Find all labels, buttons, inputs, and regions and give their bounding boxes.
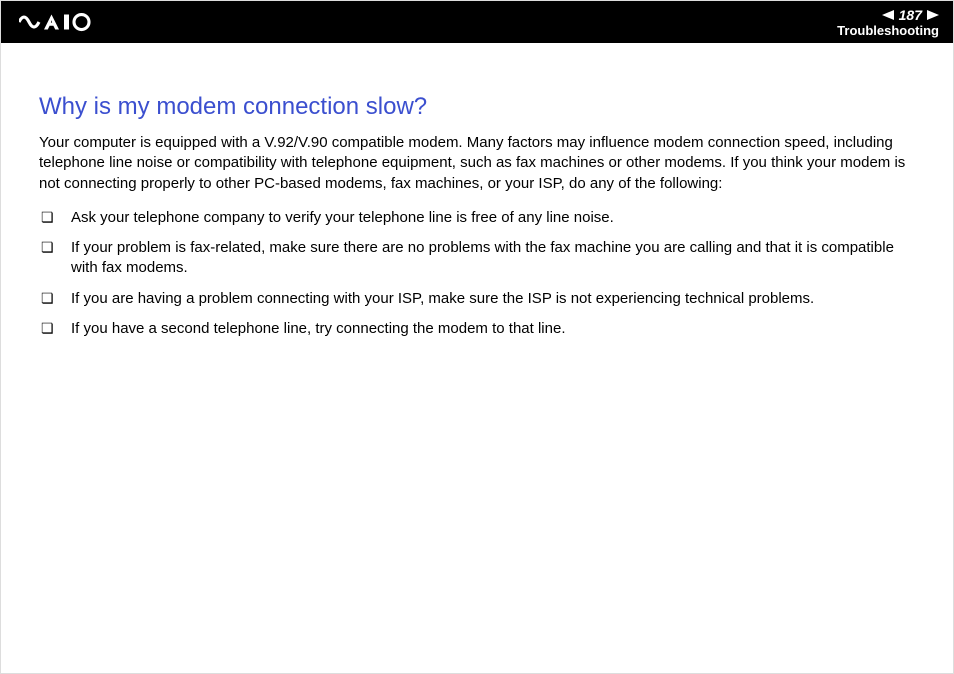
vaio-logo-icon [19, 12, 119, 32]
vaio-logo [19, 12, 119, 32]
page-number: 187 [899, 8, 922, 22]
prev-page-arrow-icon[interactable] [882, 10, 894, 20]
header-right: 187 Troubleshooting [837, 8, 939, 37]
list-item: Ask your telephone company to verify you… [39, 208, 915, 228]
section-title: Troubleshooting [837, 24, 939, 37]
document-page: 187 Troubleshooting Why is my modem conn… [0, 0, 954, 674]
page-navigation: 187 [882, 8, 939, 22]
list-item: If you have a second telephone line, try… [39, 319, 915, 339]
question-title: Why is my modem connection slow? [39, 93, 915, 121]
list-item: If you are having a problem connecting w… [39, 289, 915, 309]
content-area: Why is my modem connection slow? Your co… [1, 43, 953, 349]
list-item: If your problem is fax-related, make sur… [39, 238, 915, 279]
intro-paragraph: Your computer is equipped with a V.92/V.… [39, 133, 915, 194]
next-page-arrow-icon[interactable] [927, 10, 939, 20]
header-bar: 187 Troubleshooting [1, 1, 953, 43]
bullet-list: Ask your telephone company to verify you… [39, 208, 915, 339]
